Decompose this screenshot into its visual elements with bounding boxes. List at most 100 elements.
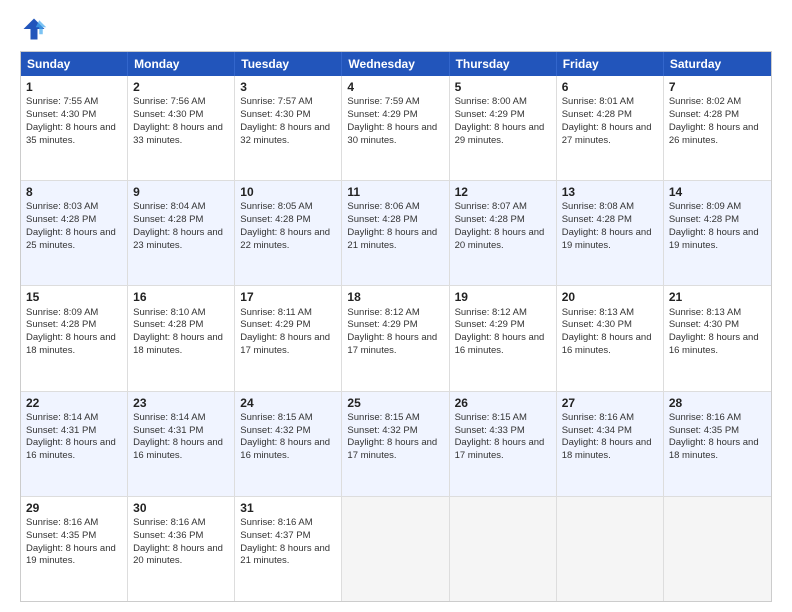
calendar-cell-30: 30Sunrise: 8:16 AMSunset: 4:36 PMDayligh… bbox=[128, 497, 235, 601]
sunset: Sunset: 4:32 PM bbox=[347, 425, 417, 436]
calendar-cell-27: 27Sunrise: 8:16 AMSunset: 4:34 PMDayligh… bbox=[557, 392, 664, 496]
calendar-cell-8: 8Sunrise: 8:03 AM Sunset: 4:28 PM Daylight… bbox=[21, 181, 128, 285]
calendar-cell-6: 6Sunrise: 8:01 AMSunset: 4:28 PMDaylight… bbox=[557, 76, 664, 180]
header-day-sunday: Sunday bbox=[21, 52, 128, 76]
day-number: 6 bbox=[562, 79, 658, 95]
daylight: Daylight: 8 hours and 22 minutes. bbox=[240, 227, 330, 251]
sunset: Sunset: 4:28 PM bbox=[133, 319, 203, 330]
calendar-row-3: 15Sunrise: 8:09 AMSunset: 4:28 PMDayligh… bbox=[21, 286, 771, 391]
calendar-cell-18: 18Sunrise: 8:12 AMSunset: 4:29 PMDayligh… bbox=[342, 286, 449, 390]
sunrise: Sunrise: 8:14 AM bbox=[133, 412, 205, 423]
daylight: Daylight: 8 hours and 26 minutes. bbox=[669, 122, 759, 146]
day-number: 27 bbox=[562, 395, 658, 411]
sunrise: Sunrise: 8:07 AM bbox=[455, 201, 527, 212]
sunset: Sunset: 4:28 PM bbox=[669, 109, 739, 120]
daylight: Daylight: 8 hours and 18 minutes. bbox=[26, 332, 116, 356]
daylight: Daylight: 8 hours and 16 minutes. bbox=[455, 332, 545, 356]
daylight: Daylight: 8 hours and 32 minutes. bbox=[240, 122, 330, 146]
calendar-cell-empty-4-3 bbox=[342, 497, 449, 601]
sunrise: Sunrise: 8:16 AM bbox=[562, 412, 634, 423]
sunset: Sunset: 4:28 PM bbox=[562, 214, 632, 225]
sunset: Sunset: 4:28 PM bbox=[26, 214, 96, 225]
sunrise: Sunrise: 8:15 AM bbox=[240, 412, 312, 423]
sunset: Sunset: 4:28 PM bbox=[347, 214, 417, 225]
daylight: Daylight: 8 hours and 33 minutes. bbox=[133, 122, 223, 146]
calendar-cell-21: 21Sunrise: 8:13 AMSunset: 4:30 PMDayligh… bbox=[664, 286, 771, 390]
day-number: 3 bbox=[240, 79, 336, 95]
daylight: Daylight: 8 hours and 17 minutes. bbox=[455, 437, 545, 461]
calendar-row-5: 29Sunrise: 8:16 AMSunset: 4:35 PMDayligh… bbox=[21, 497, 771, 601]
sunset: Sunset: 4:35 PM bbox=[26, 530, 96, 541]
day-number: 12 bbox=[455, 184, 551, 200]
day-number: 31 bbox=[240, 500, 336, 516]
day-number: 18 bbox=[347, 289, 443, 305]
calendar-cell-13: 13Sunrise: 8:08 AMSunset: 4:28 PMDayligh… bbox=[557, 181, 664, 285]
header-day-thursday: Thursday bbox=[450, 52, 557, 76]
calendar-cell-9: 9Sunrise: 8:04 AMSunset: 4:28 PMDaylight… bbox=[128, 181, 235, 285]
calendar-cell-26: 26Sunrise: 8:15 AMSunset: 4:33 PMDayligh… bbox=[450, 392, 557, 496]
calendar-body: 1Sunrise: 7:55 AMSunset: 4:30 PMDaylight… bbox=[21, 76, 771, 601]
sunrise: Sunrise: 8:14 AM bbox=[26, 412, 98, 423]
calendar-cell-23: 23Sunrise: 8:14 AMSunset: 4:31 PMDayligh… bbox=[128, 392, 235, 496]
day-number: 16 bbox=[133, 289, 229, 305]
daylight: Daylight: 8 hours and 21 minutes. bbox=[240, 543, 330, 567]
daylight: Daylight: 8 hours and 25 minutes. bbox=[26, 227, 116, 251]
daylight: Daylight: 8 hours and 21 minutes. bbox=[347, 227, 437, 251]
sunrise: Sunrise: 8:06 AM bbox=[347, 201, 419, 212]
day-number: 21 bbox=[669, 289, 766, 305]
day-number: 28 bbox=[669, 395, 766, 411]
calendar-cell-7: 7Sunrise: 8:02 AMSunset: 4:28 PMDaylight… bbox=[664, 76, 771, 180]
header-day-monday: Monday bbox=[128, 52, 235, 76]
logo-icon bbox=[20, 15, 48, 43]
sunrise: Sunrise: 8:16 AM bbox=[133, 517, 205, 528]
calendar-cell-2: 2Sunrise: 7:56 AMSunset: 4:30 PMDaylight… bbox=[128, 76, 235, 180]
calendar-cell-17: 17Sunrise: 8:11 AMSunset: 4:29 PMDayligh… bbox=[235, 286, 342, 390]
calendar-row-1: 1Sunrise: 7:55 AMSunset: 4:30 PMDaylight… bbox=[21, 76, 771, 181]
sunrise: Sunrise: 8:00 AM bbox=[455, 96, 527, 107]
header-day-saturday: Saturday bbox=[664, 52, 771, 76]
sunset: Sunset: 4:28 PM bbox=[669, 214, 739, 225]
sunrise: Sunrise: 7:55 AM bbox=[26, 96, 98, 107]
sunrise: Sunrise: 8:04 AM bbox=[133, 201, 205, 212]
day-number: 24 bbox=[240, 395, 336, 411]
sunset: Sunset: 4:29 PM bbox=[455, 319, 525, 330]
day-number: 15 bbox=[26, 289, 122, 305]
calendar-cell-4: 4Sunrise: 7:59 AMSunset: 4:29 PMDaylight… bbox=[342, 76, 449, 180]
sunrise: Sunrise: 8:08 AM bbox=[562, 201, 634, 212]
calendar-row-4: 22Sunrise: 8:14 AMSunset: 4:31 PMDayligh… bbox=[21, 392, 771, 497]
sunset: Sunset: 4:32 PM bbox=[240, 425, 310, 436]
day-number: 13 bbox=[562, 184, 658, 200]
daylight: Daylight: 8 hours and 20 minutes. bbox=[455, 227, 545, 251]
sunrise: Sunrise: 8:16 AM bbox=[669, 412, 741, 423]
calendar-cell-empty-4-6 bbox=[664, 497, 771, 601]
day-number: 26 bbox=[455, 395, 551, 411]
calendar-cell-empty-4-4 bbox=[450, 497, 557, 601]
day-number: 25 bbox=[347, 395, 443, 411]
daylight: Daylight: 8 hours and 20 minutes. bbox=[133, 543, 223, 567]
day-number: 8 bbox=[26, 184, 122, 200]
header-day-tuesday: Tuesday bbox=[235, 52, 342, 76]
calendar-cell-16: 16Sunrise: 8:10 AMSunset: 4:28 PMDayligh… bbox=[128, 286, 235, 390]
sunset: Sunset: 4:28 PM bbox=[26, 319, 96, 330]
sunset: Sunset: 4:31 PM bbox=[133, 425, 203, 436]
sunset: Sunset: 4:30 PM bbox=[133, 109, 203, 120]
sunrise: Sunrise: 8:09 AM bbox=[669, 201, 741, 212]
header bbox=[20, 15, 772, 43]
calendar-cell-empty-4-5 bbox=[557, 497, 664, 601]
calendar-cell-19: 19Sunrise: 8:12 AMSunset: 4:29 PMDayligh… bbox=[450, 286, 557, 390]
day-number: 30 bbox=[133, 500, 229, 516]
sunrise: Sunrise: 7:57 AM bbox=[240, 96, 312, 107]
sunset: Sunset: 4:30 PM bbox=[240, 109, 310, 120]
daylight: Daylight: 8 hours and 30 minutes. bbox=[347, 122, 437, 146]
sunrise: Sunrise: 8:03 AM bbox=[26, 201, 98, 212]
sunset: Sunset: 4:29 PM bbox=[347, 319, 417, 330]
calendar-cell-15: 15Sunrise: 8:09 AMSunset: 4:28 PMDayligh… bbox=[21, 286, 128, 390]
day-number: 19 bbox=[455, 289, 551, 305]
sunset: Sunset: 4:29 PM bbox=[240, 319, 310, 330]
calendar-cell-31: 31Sunrise: 8:16 AMSunset: 4:37 PMDayligh… bbox=[235, 497, 342, 601]
day-number: 17 bbox=[240, 289, 336, 305]
sunrise: Sunrise: 8:13 AM bbox=[562, 307, 634, 318]
day-number: 5 bbox=[455, 79, 551, 95]
sunset: Sunset: 4:31 PM bbox=[26, 425, 96, 436]
sunrise: Sunrise: 8:01 AM bbox=[562, 96, 634, 107]
